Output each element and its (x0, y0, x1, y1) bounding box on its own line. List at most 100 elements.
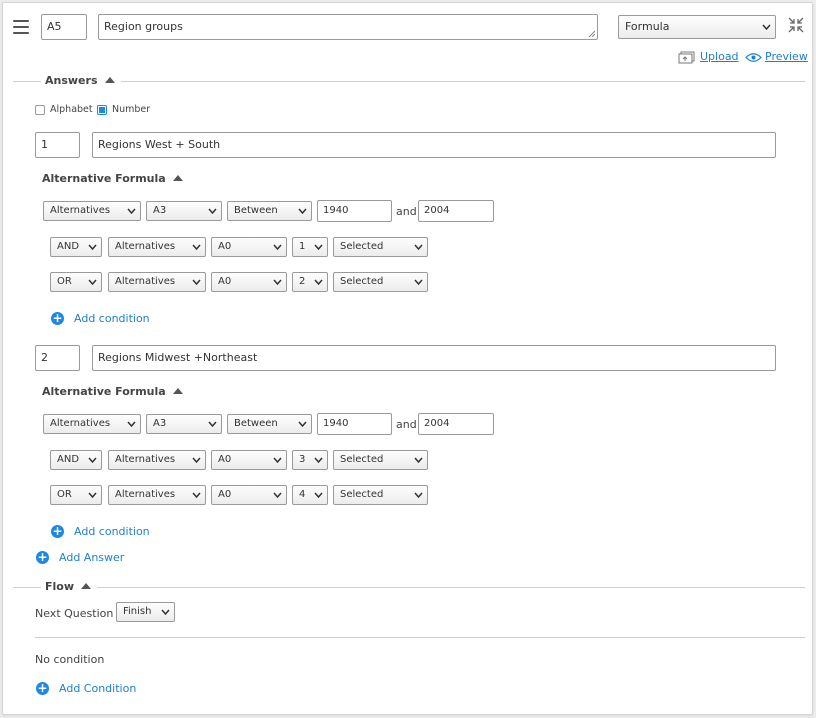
select-value: Alternatives (50, 418, 111, 429)
answer-1-cond-2-question-select[interactable]: A0 (211, 272, 287, 292)
answer-2-cond-2-value-select[interactable]: 4 (292, 485, 328, 505)
add-flow-condition-icon[interactable]: + (36, 682, 49, 695)
eye-icon[interactable] (745, 52, 762, 63)
chevron-down-icon (414, 457, 423, 463)
answer-2-number-input[interactable]: 2 (35, 345, 80, 371)
answer-2-cond-1-value-select[interactable]: 3 (292, 450, 328, 470)
answer-1-cond-2-source-select[interactable]: Alternatives (108, 272, 206, 292)
answer-1-to-input[interactable]: 2004 (418, 200, 494, 222)
chevron-down-icon (192, 244, 201, 250)
answers-divider (13, 81, 805, 82)
select-value: Between (234, 205, 278, 216)
answer-1-label-input[interactable]: Regions West + South (92, 132, 776, 158)
answer-2-to-input[interactable]: 2004 (418, 413, 494, 435)
answer-2-cond-2-source-select[interactable]: Alternatives (108, 485, 206, 505)
answer-1-cond-1-value-select[interactable]: 1 (292, 237, 328, 257)
answer-2-operator-select[interactable]: Between (227, 414, 312, 434)
answer-2-source-select[interactable]: Alternatives (43, 414, 141, 434)
preview-link[interactable]: Preview (765, 50, 808, 63)
collapse-flow-icon[interactable] (81, 583, 92, 589)
chevron-down-icon (208, 208, 217, 214)
add-condition-1-icon[interactable]: + (51, 312, 64, 325)
answer-1-cond-1-state-select[interactable]: Selected (333, 237, 428, 257)
answer-2-label-input[interactable]: Regions Midwest +Northeast (92, 345, 776, 371)
upload-link[interactable]: Upload (700, 50, 739, 63)
question-card: A5 Region groups Formula Upload Preview … (2, 2, 813, 715)
answer-1-number-input[interactable]: 1 (35, 132, 80, 158)
select-value: Selected (340, 241, 384, 252)
answer-2-cond-2-state-select[interactable]: Selected (333, 485, 428, 505)
answer-1-operator-select[interactable]: Between (227, 201, 312, 221)
upload-icon[interactable] (678, 51, 696, 64)
chevron-down-icon (314, 279, 323, 285)
select-value: Alternatives (50, 205, 111, 216)
and-label: and (396, 418, 417, 431)
collapse-formula-icon[interactable] (172, 175, 183, 181)
select-value: Between (234, 418, 278, 429)
answer-2-cond-2-logic-select[interactable]: OR (50, 485, 102, 505)
answer-1-source-select[interactable]: Alternatives (43, 201, 141, 221)
select-value: Selected (340, 489, 384, 500)
number-checkbox[interactable] (97, 105, 107, 115)
select-value: 3 (299, 454, 306, 465)
alphabet-label: Alphabet (50, 104, 93, 115)
add-answer-icon[interactable]: + (36, 551, 49, 564)
select-value: A0 (218, 241, 232, 252)
chevron-down-icon (208, 421, 217, 427)
select-value: A0 (218, 489, 232, 500)
select-value: A3 (153, 205, 167, 216)
next-question-select[interactable]: Finish (116, 602, 175, 622)
chevron-down-icon (88, 244, 97, 250)
add-condition-2-button[interactable]: Add condition (74, 525, 150, 538)
chevron-down-icon (414, 279, 423, 285)
select-value: Finish (123, 606, 152, 617)
answer-1-cond-2-value-select[interactable]: 2 (292, 272, 328, 292)
chevron-down-icon (161, 609, 170, 615)
chevron-down-icon (127, 208, 136, 214)
chevron-down-icon (127, 421, 136, 427)
answer-1-from-input[interactable]: 1940 (317, 200, 392, 222)
answer-2-from-input[interactable]: 1940 (317, 413, 392, 435)
answer-2-cond-1-question-select[interactable]: A0 (211, 450, 287, 470)
answer-1-cond-2-logic-select[interactable]: OR (50, 272, 102, 292)
answer-1-cond-1-logic-select[interactable]: AND (50, 237, 102, 257)
no-condition-text: No condition (35, 653, 105, 666)
answer-2-cond-1-logic-select[interactable]: AND (50, 450, 102, 470)
resize-grip-icon[interactable] (588, 30, 595, 37)
collapse-answers-icon[interactable] (104, 77, 115, 83)
select-value: 1 (299, 241, 306, 252)
answer-2-cond-1-source-select[interactable]: Alternatives (108, 450, 206, 470)
menu-icon[interactable] (13, 20, 29, 34)
question-type-select[interactable]: Formula (618, 15, 776, 39)
answer-1-cond-1-source-select[interactable]: Alternatives (108, 237, 206, 257)
add-answer-button[interactable]: Add Answer (59, 551, 124, 564)
answer-2-cond-1-state-select[interactable]: Selected (333, 450, 428, 470)
select-value: AND (57, 241, 80, 252)
select-value: A0 (218, 276, 232, 287)
chevron-down-icon (192, 279, 201, 285)
answer-2-question-select[interactable]: A3 (146, 414, 222, 434)
answer-2-cond-2-question-select[interactable]: A0 (211, 485, 287, 505)
answer-2-formula-title: Alternative Formula (42, 385, 189, 398)
question-title-text: Region groups (104, 20, 183, 33)
chevron-down-icon (88, 279, 97, 285)
flow-inner-divider (35, 637, 805, 638)
answer-1-question-select[interactable]: A3 (146, 201, 222, 221)
and-label: and (396, 205, 417, 218)
answer-1-cond-1-question-select[interactable]: A0 (211, 237, 287, 257)
add-condition-1-button[interactable]: Add condition (74, 312, 150, 325)
chevron-down-icon (88, 492, 97, 498)
question-title-input[interactable]: Region groups (98, 14, 598, 40)
answer-1-cond-2-state-select[interactable]: Selected (333, 272, 428, 292)
flow-section-title: Flow (41, 580, 98, 593)
alphabet-checkbox[interactable] (35, 105, 45, 115)
chevron-down-icon (298, 421, 307, 427)
add-condition-2-icon[interactable]: + (51, 525, 64, 538)
question-code-input[interactable]: A5 (41, 14, 87, 40)
select-value: Selected (340, 276, 384, 287)
collapse-icon[interactable] (788, 17, 804, 33)
add-flow-condition-button[interactable]: Add Condition (59, 682, 136, 695)
collapse-formula-icon[interactable] (172, 388, 183, 394)
select-value: 2 (299, 276, 306, 287)
chevron-down-icon (314, 492, 323, 498)
